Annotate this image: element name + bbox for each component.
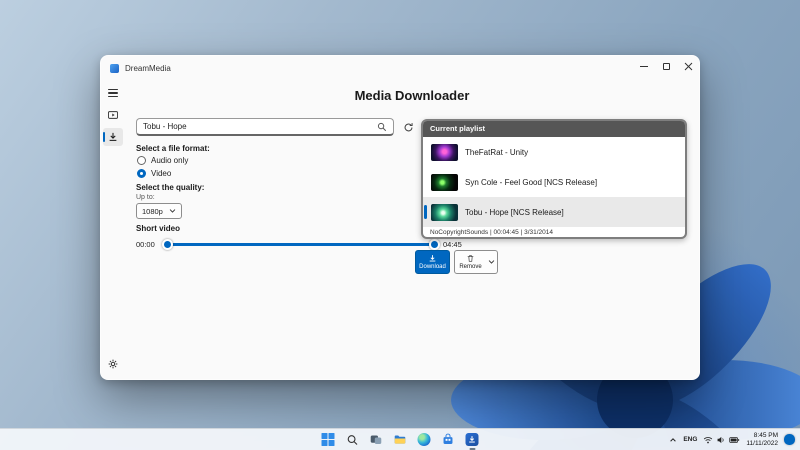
edge-icon bbox=[417, 433, 431, 446]
store-button[interactable] bbox=[441, 432, 456, 447]
settings-button[interactable] bbox=[103, 355, 123, 373]
close-button[interactable] bbox=[677, 56, 699, 76]
app-logo-icon bbox=[110, 63, 119, 73]
radio-circle-icon bbox=[137, 156, 146, 165]
file-explorer-button[interactable] bbox=[393, 432, 408, 447]
hamburger-icon bbox=[108, 88, 118, 98]
maximize-button[interactable] bbox=[655, 56, 677, 76]
quality-sublabel: Up to: bbox=[136, 194, 155, 201]
volume-icon bbox=[717, 436, 724, 443]
maximize-icon bbox=[662, 62, 670, 70]
store-icon bbox=[443, 433, 453, 444]
trash-icon bbox=[467, 255, 474, 262]
task-view-button[interactable] bbox=[369, 432, 384, 447]
remove-button[interactable]: Remove bbox=[454, 250, 487, 274]
quality-dropdown[interactable]: 1080p bbox=[136, 203, 182, 219]
quality-value: 1080p bbox=[142, 206, 163, 216]
playlist-panel: Current playlist TheFatRat - Unity Syn C… bbox=[421, 119, 687, 239]
media-library-icon bbox=[108, 111, 118, 119]
remove-button-label: Remove bbox=[459, 264, 482, 270]
app-window: DreamMedia Media Downloader Tobu - Hope … bbox=[100, 55, 700, 380]
window-title: DreamMedia bbox=[125, 63, 171, 73]
quality-section-label: Select the quality: bbox=[136, 183, 205, 192]
taskbar-search-button[interactable] bbox=[345, 432, 360, 447]
chevron-down-icon bbox=[169, 209, 176, 213]
radio-audio-only[interactable]: Audio only bbox=[137, 156, 188, 165]
search-input[interactable] bbox=[137, 122, 377, 131]
playlist-item-title: Tobu - Hope [NCS Release] bbox=[465, 207, 564, 217]
media-downloader-app-button[interactable] bbox=[465, 432, 480, 450]
video-thumbnail bbox=[431, 203, 458, 221]
desktop-wallpaper: DreamMedia Media Downloader Tobu - Hope … bbox=[0, 0, 800, 450]
trim-start-time: 00:00 bbox=[136, 240, 155, 249]
search-icon bbox=[377, 122, 387, 132]
start-button[interactable] bbox=[321, 432, 336, 447]
tray-time: 8:45 PM bbox=[753, 431, 778, 439]
minimize-icon bbox=[640, 65, 648, 67]
playlist-item-title: Syn Cole - Feel Good [NCS Release] bbox=[465, 177, 598, 187]
chevron-up-icon bbox=[670, 437, 677, 442]
close-icon bbox=[684, 62, 692, 70]
hamburger-menu-button[interactable] bbox=[103, 84, 123, 102]
radio-label: Audio only bbox=[151, 156, 189, 165]
battery-icon bbox=[729, 436, 740, 443]
playlist-item-3-selected[interactable]: Tobu - Hope [NCS Release] bbox=[423, 197, 685, 227]
chevron-down-icon bbox=[488, 260, 495, 264]
download-icon bbox=[109, 132, 117, 141]
file-explorer-icon bbox=[394, 435, 406, 444]
download-icon bbox=[429, 255, 436, 262]
refresh-icon bbox=[404, 122, 413, 131]
page-title: Media Downloader bbox=[354, 88, 470, 103]
sidebar-item-media-library[interactable] bbox=[103, 106, 123, 124]
sidebar bbox=[101, 80, 125, 379]
download-button-label: Download bbox=[419, 264, 446, 270]
search-icon bbox=[347, 434, 357, 445]
settings-gear-icon bbox=[108, 359, 118, 369]
window-titlebar[interactable]: DreamMedia bbox=[101, 56, 699, 80]
radio-label: Video bbox=[151, 169, 172, 178]
trim-range-slider[interactable] bbox=[162, 238, 440, 251]
clock[interactable]: 8:45 PM 11/11/2022 bbox=[746, 432, 778, 448]
url-search-box bbox=[136, 118, 394, 136]
trim-section-label: Short video bbox=[136, 224, 181, 233]
notification-badge[interactable] bbox=[784, 434, 795, 445]
system-tray-icons[interactable] bbox=[703, 435, 740, 445]
slider-end-handle[interactable] bbox=[429, 239, 440, 250]
task-view-icon bbox=[370, 435, 382, 444]
edge-browser-button[interactable] bbox=[417, 432, 432, 447]
radio-video[interactable]: Video bbox=[137, 169, 171, 178]
remove-options-button[interactable] bbox=[486, 250, 498, 274]
refresh-button[interactable] bbox=[401, 120, 415, 134]
language-indicator[interactable]: ENG bbox=[683, 436, 697, 443]
playlist-item-1[interactable]: TheFatRat - Unity bbox=[423, 137, 685, 167]
slider-track[interactable] bbox=[167, 243, 435, 246]
sidebar-item-downloader[interactable] bbox=[103, 128, 123, 146]
slider-start-handle[interactable] bbox=[162, 239, 173, 250]
download-button[interactable]: Download bbox=[415, 250, 450, 274]
video-thumbnail bbox=[431, 173, 458, 191]
windows-start-icon bbox=[321, 433, 335, 446]
wifi-icon bbox=[704, 436, 713, 443]
video-thumbnail bbox=[431, 143, 458, 161]
format-section-label: Select a file format: bbox=[136, 144, 210, 153]
playlist-header: Current playlist bbox=[423, 121, 685, 137]
tray-expand-button[interactable] bbox=[669, 436, 677, 444]
minimize-button[interactable] bbox=[633, 56, 655, 76]
radio-circle-selected-icon bbox=[137, 169, 146, 178]
trim-end-time: 04:45 bbox=[443, 240, 462, 249]
playlist-item-title: TheFatRat - Unity bbox=[465, 147, 529, 157]
tray-date: 11/11/2022 bbox=[746, 439, 778, 447]
playlist-item-2[interactable]: Syn Cole - Feel Good [NCS Release] bbox=[423, 167, 685, 197]
media-downloader-app-icon bbox=[465, 433, 479, 446]
selected-item-metadata: NoCopyrightSounds | 00:04:45 | 3/31/2014 bbox=[430, 229, 553, 236]
taskbar: ENG 8:45 PM 11/11/2022 bbox=[0, 428, 800, 450]
